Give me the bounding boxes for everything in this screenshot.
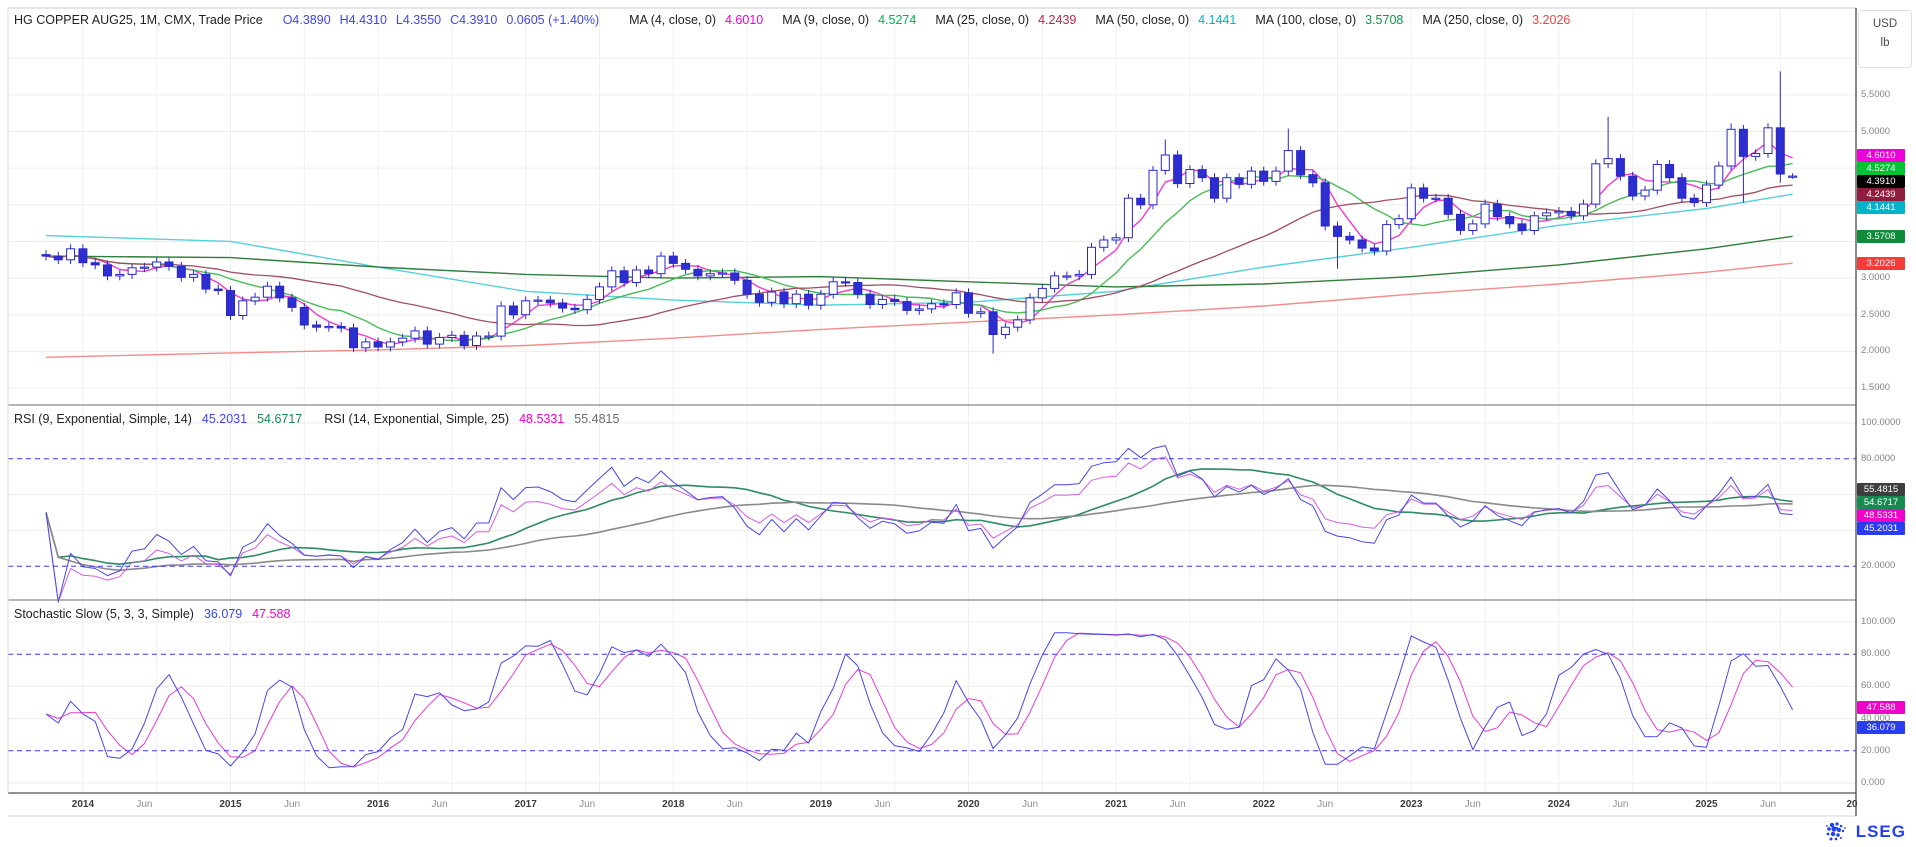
rsi-axis-tag: 54.6717: [1857, 496, 1905, 509]
x-axis-year-label: 2016: [367, 799, 389, 810]
rsi-y-tick: 100.0000: [1861, 417, 1901, 428]
rsi-y-tick: 80.0000: [1861, 453, 1895, 464]
ma-legend: MA (25, close, 0) 4.2439: [935, 13, 1076, 27]
main-chart-header: HG COPPER AUG25, 1M, CMX, Trade Price O4…: [14, 13, 1570, 27]
rsi-value-3: 48.5331: [519, 412, 564, 426]
stoch-y-tick: 100.000: [1861, 616, 1895, 627]
ma-legend-label: MA (50, close, 0): [1095, 13, 1189, 27]
ma-legend: MA (250, close, 0) 3.2026: [1422, 13, 1570, 27]
main-y-tick: 5.5000: [1861, 89, 1890, 100]
x-axis-year-label: 2021: [1105, 799, 1127, 810]
stoch-axis-tag: 36.079: [1857, 721, 1905, 734]
ma-legend-value: 3.2026: [1532, 13, 1570, 27]
x-axis-jun-label: Jun: [136, 799, 152, 810]
quote-low: L4.3550: [396, 13, 441, 27]
rsi-title-1: RSI (9, Exponential, Simple, 14): [14, 412, 192, 426]
stochastic-header: Stochastic Slow (5, 3, 3, Simple) 36.079…: [14, 607, 290, 621]
x-axis-jun-label: Jun: [874, 799, 890, 810]
price-axis-tag: 4.5274: [1857, 162, 1905, 175]
quote-open: O4.3890: [283, 13, 331, 27]
ma-legend-value: 4.1441: [1198, 13, 1236, 27]
x-axis-year-label: 2022: [1253, 799, 1275, 810]
x-axis-year-label: 2014: [72, 799, 94, 810]
stoch-y-tick: 20.000: [1861, 745, 1890, 756]
x-axis-year-label: 2024: [1548, 799, 1570, 810]
ma-legend-value: 4.6010: [725, 13, 763, 27]
rsi-axis-tag: 45.2031: [1857, 522, 1905, 535]
lseg-lion-icon: [1824, 820, 1850, 844]
price-axis-tag: 3.2026: [1857, 257, 1905, 270]
stoch-axis-tag: 47.588: [1857, 701, 1905, 714]
ma-legend-label: MA (250, close, 0): [1422, 13, 1523, 27]
quote-change: 0.0605 (+1.40%): [506, 13, 599, 27]
x-axis-jun-label: Jun: [1022, 799, 1038, 810]
ma-legend-value: 4.5274: [878, 13, 916, 27]
rsi-title-2: RSI (14, Exponential, Simple, 25): [324, 412, 509, 426]
x-axis-jun-label: Jun: [579, 799, 595, 810]
rsi-axis-tag: 48.5331: [1857, 509, 1905, 522]
unit-currency: USD: [1859, 18, 1911, 30]
ma-legend-label: MA (25, close, 0): [935, 13, 1029, 27]
x-axis-jun-label: Jun: [1760, 799, 1776, 810]
price-unit-box: USD lb: [1858, 10, 1912, 68]
quote-high: H4.4310: [340, 13, 387, 27]
rsi-header: RSI (9, Exponential, Simple, 14) 45.2031…: [14, 412, 619, 426]
stochastic-d-value: 47.588: [252, 607, 290, 621]
ma-legend-label: MA (100, close, 0): [1255, 13, 1356, 27]
price-axis-tag: 4.6010: [1857, 149, 1905, 162]
main-y-tick: 1.5000: [1861, 382, 1890, 393]
x-axis-year-label: 2019: [810, 799, 832, 810]
x-axis-jun-label: Jun: [1465, 799, 1481, 810]
x-axis-partial-year-label: 20: [1846, 799, 1857, 810]
stoch-y-tick: 60.000: [1861, 680, 1890, 691]
rsi-value-1: 45.2031: [202, 412, 247, 426]
ma-legend-label: MA (4, close, 0): [629, 13, 716, 27]
x-axis-jun-label: Jun: [432, 799, 448, 810]
unit-per: lb: [1859, 37, 1911, 49]
price-axis-tag: 4.1441: [1857, 201, 1905, 214]
x-axis-year-label: 2018: [662, 799, 684, 810]
x-axis-year-label: 2025: [1695, 799, 1717, 810]
x-axis-jun-label: Jun: [727, 799, 743, 810]
stochastic-k-value: 36.079: [204, 607, 242, 621]
rsi-value-4: 55.4815: [574, 412, 619, 426]
x-axis-year-label: 2020: [957, 799, 979, 810]
main-y-tick: 2.0000: [1861, 345, 1890, 356]
x-axis-jun-label: Jun: [1317, 799, 1333, 810]
quote-close: C4.3910: [450, 13, 497, 27]
main-y-tick: 3.0000: [1861, 272, 1890, 283]
price-axis-tag: 4.2439: [1857, 188, 1905, 201]
quote-ohlc: O4.3890 H4.4310 L4.3550 C4.3910 0.0605 (…: [283, 13, 599, 27]
main-y-tick: 2.5000: [1861, 309, 1890, 320]
stoch-y-tick: 80.000: [1861, 648, 1890, 659]
ma-legend-value: 4.2439: [1038, 13, 1076, 27]
chart-window: HG COPPER AUG25, 1M, CMX, Trade Price O4…: [0, 0, 1916, 847]
lseg-logo: LSEG: [1824, 820, 1906, 844]
ma-legend-label: MA (9, close, 0): [782, 13, 869, 27]
price-axis-tag: 4.3910: [1857, 175, 1905, 188]
stochastic-title: Stochastic Slow (5, 3, 3, Simple): [14, 607, 194, 621]
ma-legend-value: 3.5708: [1365, 13, 1403, 27]
x-axis-year-label: 2023: [1400, 799, 1422, 810]
ma-legend: MA (9, close, 0) 4.5274: [782, 13, 916, 27]
instrument-title: HG COPPER AUG25, 1M, CMX, Trade Price: [14, 13, 263, 27]
x-axis-jun-label: Jun: [284, 799, 300, 810]
x-axis-year-label: 2017: [515, 799, 537, 810]
lseg-wordmark: LSEG: [1856, 822, 1906, 842]
x-axis-year-label: 2015: [219, 799, 241, 810]
ma-legend-row: MA (4, close, 0) 4.6010 MA (9, close, 0) 4.…: [619, 13, 1570, 27]
ma-legend: MA (50, close, 0) 4.1441: [1095, 13, 1236, 27]
x-axis-jun-label: Jun: [1612, 799, 1628, 810]
x-axis-jun-label: Jun: [1170, 799, 1186, 810]
price-axis-tag: 3.5708: [1857, 230, 1905, 243]
main-y-tick: 5.0000: [1861, 126, 1890, 137]
rsi-axis-tag: 55.4815: [1857, 483, 1905, 496]
stoch-y-tick: 0.000: [1861, 777, 1885, 788]
ma-legend: MA (100, close, 0) 3.5708: [1255, 13, 1403, 27]
rsi-value-2: 54.6717: [257, 412, 302, 426]
ma-legend: MA (4, close, 0) 4.6010: [629, 13, 763, 27]
rsi-y-tick: 20.0000: [1861, 560, 1895, 571]
